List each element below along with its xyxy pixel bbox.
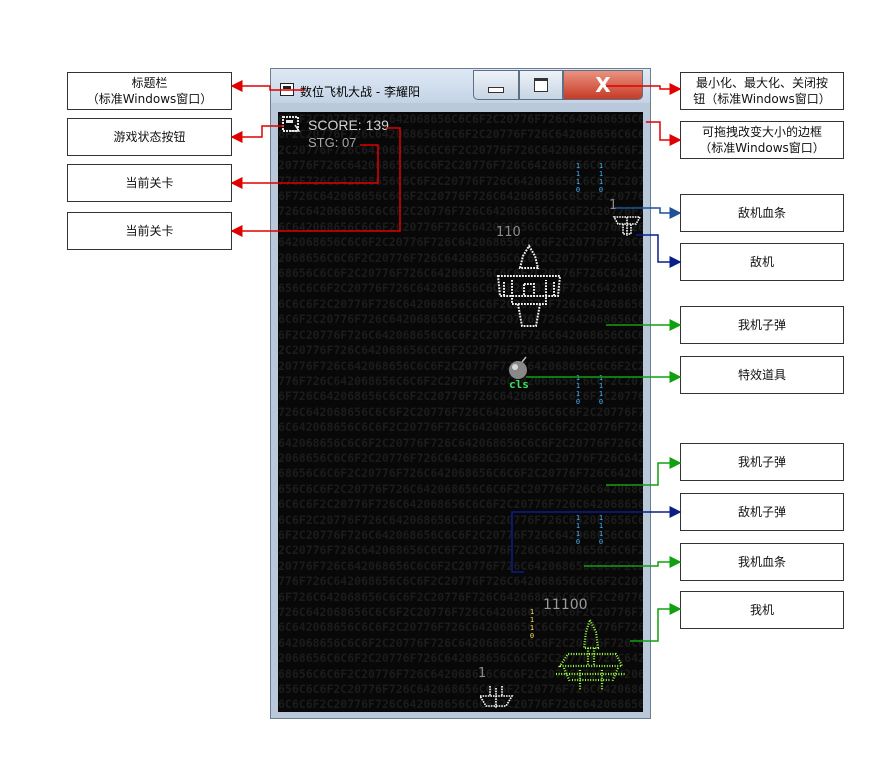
annotation-connectors xyxy=(230,80,682,642)
